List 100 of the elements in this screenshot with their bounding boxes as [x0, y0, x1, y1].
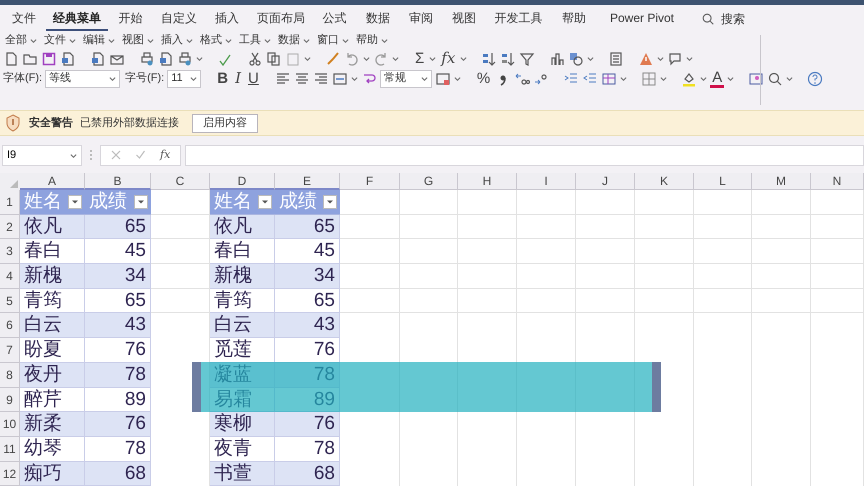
- underline-button[interactable]: U: [246, 71, 261, 86]
- caret-icon[interactable]: [381, 37, 388, 44]
- enable-content-button[interactable]: 启用内容: [192, 114, 258, 132]
- filter-icon[interactable]: [519, 50, 536, 66]
- ribbon-tab[interactable]: 自定义: [153, 6, 205, 30]
- ribbon-tab[interactable]: 视图: [442, 6, 486, 30]
- caret-icon[interactable]: [69, 37, 76, 44]
- column-header[interactable]: E: [275, 173, 340, 190]
- row-header[interactable]: 8: [0, 362, 20, 388]
- filter-dropdown-button[interactable]: [258, 194, 272, 209]
- filter-dropdown-button[interactable]: [134, 194, 148, 209]
- caret-icon[interactable]: [30, 37, 37, 44]
- function-button[interactable]: fx: [439, 51, 458, 66]
- ribbon-tab[interactable]: 开始: [108, 6, 153, 30]
- ribbon-tab[interactable]: 数据: [356, 6, 400, 30]
- align-right-icon[interactable]: [312, 70, 329, 86]
- column-header[interactable]: J: [576, 173, 635, 190]
- row-header[interactable]: 5: [0, 288, 20, 314]
- ribbon-tab[interactable]: 页面布局: [249, 6, 313, 30]
- cell-format-icon[interactable]: [601, 70, 618, 86]
- document-icon[interactable]: [60, 50, 76, 66]
- caret-icon[interactable]: [108, 37, 115, 44]
- search-icon[interactable]: [767, 70, 784, 86]
- caret-icon[interactable]: [147, 37, 154, 44]
- warning-icon[interactable]: [638, 50, 654, 66]
- sum-button[interactable]: Σ: [413, 51, 426, 66]
- percent-button[interactable]: %: [474, 71, 492, 86]
- caret-icon[interactable]: [190, 75, 198, 82]
- caret-icon[interactable]: [420, 75, 428, 82]
- caret-icon[interactable]: [225, 37, 232, 44]
- menu-item[interactable]: 帮助: [353, 32, 391, 49]
- caret-icon[interactable]: [727, 75, 734, 82]
- number-format-select[interactable]: 常规: [380, 70, 432, 88]
- ribbon-tab[interactable]: 公式: [313, 6, 356, 30]
- menu-item[interactable]: 编辑: [80, 32, 118, 49]
- search-label[interactable]: 搜索: [721, 10, 745, 28]
- ribbon-tab[interactable]: 开发工具: [486, 6, 551, 30]
- row-header[interactable]: 4: [0, 264, 20, 289]
- menu-item[interactable]: 全部: [2, 32, 40, 49]
- caret-icon[interactable]: [460, 55, 468, 62]
- row-header[interactable]: 10: [0, 412, 20, 437]
- caret-icon[interactable]: [700, 75, 708, 82]
- borders-icon[interactable]: [641, 70, 658, 86]
- clipboard-icon[interactable]: [285, 50, 301, 66]
- italic-button[interactable]: I: [233, 71, 243, 86]
- formula-input[interactable]: [185, 144, 864, 166]
- caret-icon[interactable]: [620, 75, 628, 82]
- row-header[interactable]: 1: [0, 190, 20, 215]
- caret-icon[interactable]: [304, 55, 311, 62]
- caret-icon[interactable]: [342, 37, 349, 44]
- scissors-icon[interactable]: [247, 50, 263, 66]
- caret-icon[interactable]: [454, 75, 461, 82]
- increase-decimal-icon[interactable]: [514, 70, 530, 86]
- ribbon-tab[interactable]: Power Pivot: [597, 6, 687, 30]
- menu-item[interactable]: 格式: [197, 32, 235, 49]
- menu-item[interactable]: 视图: [119, 32, 157, 49]
- column-header[interactable]: C: [151, 173, 210, 190]
- caret-icon[interactable]: [350, 75, 358, 82]
- caret-icon[interactable]: [657, 55, 664, 62]
- copy-icon[interactable]: [266, 50, 282, 66]
- caret-icon[interactable]: [109, 75, 116, 82]
- filter-dropdown-button[interactable]: [68, 194, 82, 209]
- fill-bucket-icon[interactable]: [681, 70, 698, 86]
- caret-icon[interactable]: [363, 55, 370, 62]
- column-header[interactable]: M: [752, 173, 811, 190]
- sort-descending-icon[interactable]: [500, 50, 516, 66]
- font-size-select[interactable]: 11: [167, 70, 202, 88]
- insert-function-button[interactable]: fx: [160, 146, 170, 164]
- row-header[interactable]: 12: [0, 462, 20, 486]
- document-icon[interactable]: [90, 50, 106, 66]
- caret-icon[interactable]: [686, 55, 694, 62]
- row-header[interactable]: 9: [0, 388, 20, 412]
- filter-dropdown-button[interactable]: [323, 194, 337, 209]
- search-icon[interactable]: [701, 12, 715, 26]
- column-header[interactable]: L: [694, 173, 752, 190]
- table-format-icon[interactable]: [434, 70, 451, 86]
- brush-icon[interactable]: [325, 50, 341, 66]
- menu-item[interactable]: 窗口: [314, 32, 352, 49]
- ribbon-tab[interactable]: 插入: [205, 6, 249, 30]
- printer-icon[interactable]: [177, 50, 193, 66]
- save-icon[interactable]: [41, 50, 57, 66]
- column-header[interactable]: I: [517, 173, 576, 190]
- ribbon-tab[interactable]: 文件: [2, 6, 46, 30]
- menu-item[interactable]: 插入: [158, 32, 196, 49]
- caret-icon[interactable]: [429, 55, 436, 62]
- chart-icon[interactable]: [549, 50, 566, 66]
- align-center-icon[interactable]: [294, 70, 310, 86]
- form-icon[interactable]: [608, 50, 624, 66]
- caret-icon[interactable]: [186, 37, 193, 44]
- merge-icon[interactable]: [332, 70, 348, 86]
- align-left-icon[interactable]: [274, 70, 291, 86]
- name-box[interactable]: I9: [2, 144, 82, 166]
- menu-item[interactable]: 工具: [236, 32, 274, 49]
- column-header[interactable]: D: [210, 173, 275, 190]
- font-color-button[interactable]: A: [710, 70, 724, 88]
- column-header[interactable]: G: [400, 173, 458, 190]
- caret-icon[interactable]: [196, 55, 203, 62]
- printer-icon[interactable]: [139, 50, 155, 66]
- column-header[interactable]: B: [85, 173, 151, 190]
- help-icon[interactable]: [807, 70, 824, 86]
